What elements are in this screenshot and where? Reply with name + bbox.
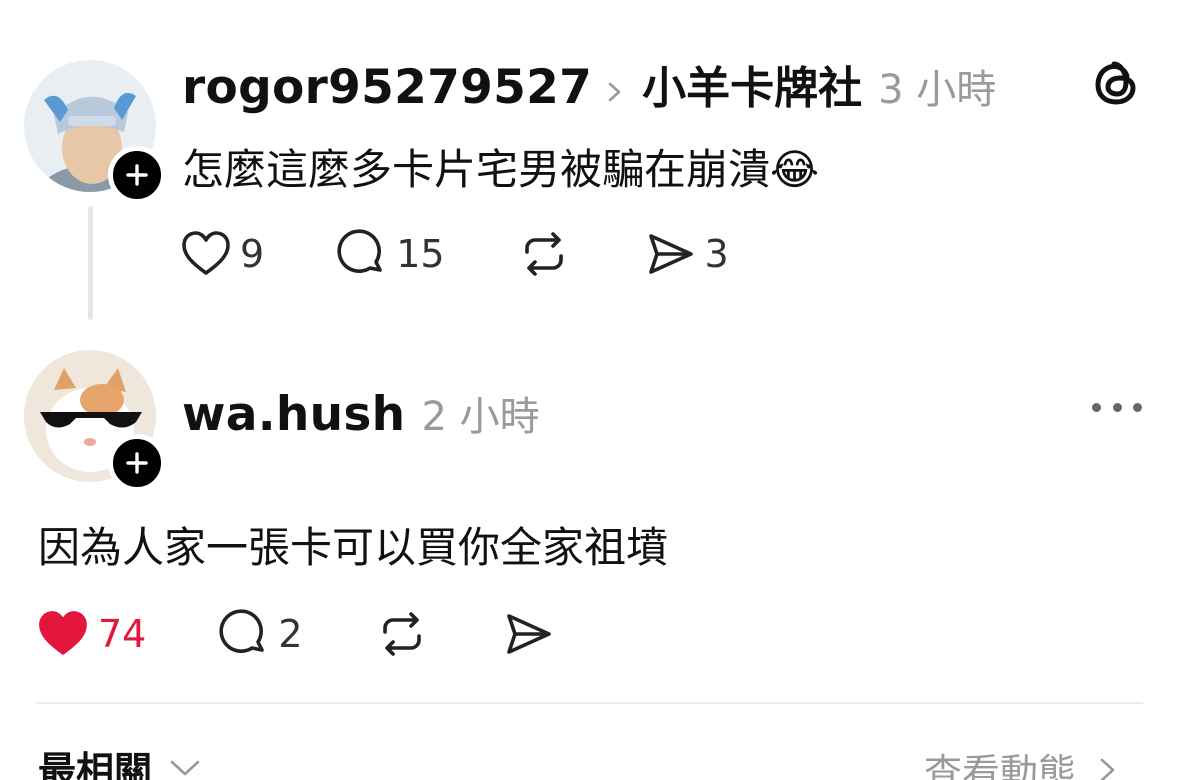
post-header-1: rogor95279527 小羊卡牌社 3 小時 xyxy=(182,52,996,116)
username-wahush[interactable]: wa.hush xyxy=(182,387,405,442)
reply-count-1: 15 xyxy=(396,232,445,276)
share-count-1: 3 xyxy=(704,232,729,276)
repost-icon xyxy=(382,612,421,656)
reply-button-2[interactable]: 2 xyxy=(218,608,303,660)
like-button-2[interactable]: 74 xyxy=(36,608,146,660)
post-actions-1: 9 15 3 xyxy=(180,228,729,280)
plus-icon xyxy=(126,164,148,186)
username-rogor[interactable]: rogor95279527 xyxy=(182,60,592,115)
like-count-2: 74 xyxy=(98,612,147,656)
heart-icon xyxy=(182,231,230,275)
community-name[interactable]: 小羊卡牌社 xyxy=(642,52,862,116)
repost-button-2[interactable] xyxy=(375,608,429,660)
comment-icon xyxy=(337,229,382,273)
post-text-1: 怎麼這麼多卡片宅男被騙在崩潰 xyxy=(182,145,771,194)
follow-button-rogor[interactable] xyxy=(108,146,166,204)
chevron-right-icon xyxy=(1100,758,1115,780)
threads-logo-icon[interactable] xyxy=(1090,56,1142,108)
view-activity-label: 查看動態 xyxy=(924,751,1077,780)
chevron-down-icon xyxy=(170,760,200,775)
laughing-tears-emoji: 😂 xyxy=(770,145,820,194)
send-icon xyxy=(506,614,551,654)
reply-button-1[interactable]: 15 xyxy=(336,228,445,280)
sort-dropdown[interactable]: 最相關 xyxy=(38,740,202,780)
post-actions-2: 74 2 xyxy=(36,608,555,660)
reply-count-2: 2 xyxy=(278,612,303,656)
heart-filled-icon xyxy=(39,611,87,655)
post-time-2: 2 小時 xyxy=(421,394,540,440)
plus-icon xyxy=(126,452,148,474)
more-dots-icon xyxy=(1092,402,1101,412)
share-button-2[interactable] xyxy=(503,608,555,660)
post-text-2: 因為人家一張卡可以買你全家祖墳 xyxy=(38,523,669,572)
comment-icon xyxy=(219,609,265,653)
repost-icon xyxy=(524,232,563,276)
repost-button-1[interactable] xyxy=(517,228,571,280)
chevron-right-icon xyxy=(606,81,634,107)
section-divider xyxy=(36,702,1143,704)
more-options-button[interactable] xyxy=(1092,397,1142,417)
like-count-1: 9 xyxy=(240,232,265,276)
post-body-1: 怎麼這麼多卡片宅男被騙在崩潰😂 xyxy=(182,136,819,197)
post-header-2: wa.hush 2 小時 xyxy=(182,384,540,442)
follow-button-wahush[interactable] xyxy=(108,434,166,492)
thread-connector-line xyxy=(88,206,93,320)
send-icon xyxy=(648,234,693,274)
sort-label: 最相關 xyxy=(38,749,153,780)
like-button-1[interactable]: 9 xyxy=(180,229,264,279)
post-time-1: 3 小時 xyxy=(878,67,997,113)
post-body-2: 因為人家一張卡可以買你全家祖墳 xyxy=(38,514,668,575)
view-activity-link[interactable]: 查看動態 xyxy=(924,742,1120,780)
share-button-1[interactable]: 3 xyxy=(645,228,729,280)
